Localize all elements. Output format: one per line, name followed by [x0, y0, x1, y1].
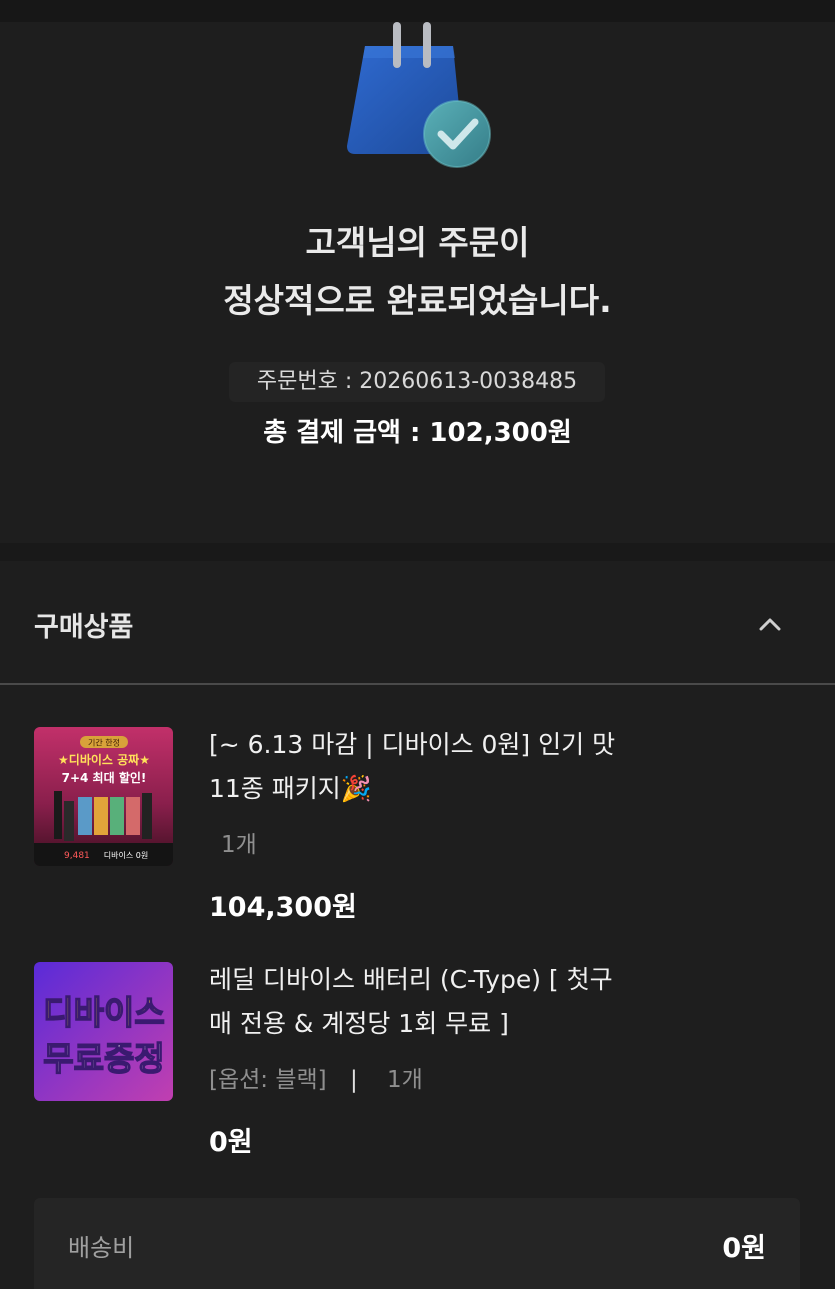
product-thumbnail[interactable]: 기간 한정 ★디바이스 공짜★ 7+4 최대 할인! 9,481 디바이스 0원 [34, 727, 173, 866]
total-amount: 총 결제 금액 : 102,300원 [263, 418, 572, 448]
thumb-line1: 디바이스 [43, 993, 164, 1032]
product-meta: [옵션: 블랙] | 1개 [209, 1060, 423, 1094]
shipping-fee-box: 배송비 0원 [34, 1198, 800, 1289]
shopping-bag-check-icon [335, 18, 495, 178]
thumb-title: ★디바이스 공짜★ [58, 752, 150, 767]
header-divider [0, 683, 835, 685]
product-quantity: 1개 [387, 1067, 423, 1093]
order-number: 주문번호 : 20260613-0038485 [229, 362, 605, 402]
purchased-products-header[interactable]: 구매상품 [0, 561, 835, 683]
chevron-up-icon[interactable] [752, 607, 788, 643]
section-title: 구매상품 [34, 612, 134, 643]
thumb-sub: 7+4 최대 할인! [62, 770, 147, 785]
product-option: [옵션: 블랙] [209, 1067, 327, 1093]
product-name-line-2: 매 전용 & 계정당 1회 무료 ] [209, 1009, 509, 1038]
thumb-line2: 무료증정 [43, 1039, 164, 1078]
shipping-value: 0원 [722, 1233, 766, 1264]
completion-message: 고객님의 주문이 정상적으로 완료되었습니다. [0, 214, 835, 330]
product-price: 0원 [209, 1127, 253, 1158]
order-complete-page: 고객님의 주문이 정상적으로 완료되었습니다. 주문번호 : 20260613-… [0, 0, 835, 1289]
thumb-price: 9,481 [64, 851, 90, 861]
section-divider [0, 543, 835, 561]
product-name[interactable]: 레딜 디바이스 배터리 (C-Type) [ 첫구 매 전용 & 계정당 1회 … [209, 958, 689, 1046]
product-meta: 1개 [209, 825, 257, 859]
product-thumbnail[interactable]: 디바이스 무료증정 [34, 962, 173, 1101]
product-price: 104,300원 [209, 892, 357, 923]
completion-line-2: 정상적으로 완료되었습니다. [223, 281, 612, 320]
meta-separator: | [349, 1067, 358, 1093]
thumb-badge: 기간 한정 [88, 738, 120, 748]
product-name-line-1: 레딜 디바이스 배터리 (C-Type) [ 첫구 [209, 965, 613, 994]
product-name-line-1: [~ 6.13 마감 | 디바이스 0원] 인기 맛 [209, 730, 616, 759]
thumb-tag: 디바이스 0원 [104, 850, 148, 860]
shipping-label: 배송비 [68, 1234, 135, 1262]
completion-line-1: 고객님의 주문이 [305, 223, 530, 262]
product-quantity: 1개 [221, 832, 257, 858]
product-name[interactable]: [~ 6.13 마감 | 디바이스 0원] 인기 맛 11종 패키지🎉 [209, 723, 689, 811]
product-name-line-2: 11종 패키지🎉 [209, 774, 372, 803]
